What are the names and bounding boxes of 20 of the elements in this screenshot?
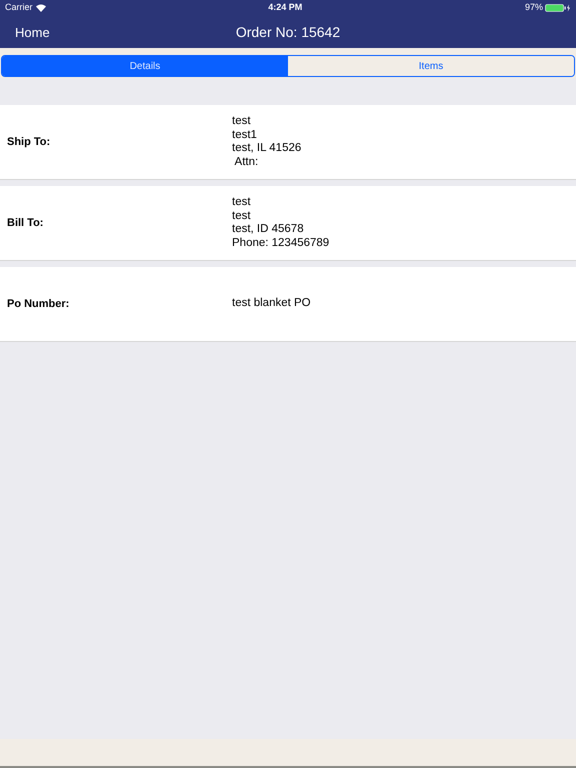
- field-value: test: [232, 196, 252, 210]
- segment-tab[interactable]: Details: [2, 56, 288, 76]
- field-value: test: [232, 115, 252, 128]
- wifi-icon: [36, 4, 46, 12]
- field-value: Attn:: [234, 156, 260, 169]
- battery-charging-icon: [544, 4, 571, 12]
- field-value: test, ID 45678: [232, 223, 305, 236]
- home-button[interactable]: Home: [15, 23, 50, 42]
- field-value: test, IL 41526: [232, 142, 302, 156]
- field-label: Bill To:: [6, 216, 44, 231]
- carrier-label: Carrier: [5, 1, 33, 14]
- order-title: Order No: 15642: [236, 22, 340, 42]
- field-value: Phone: 123456789: [232, 236, 330, 250]
- field-value: test1: [232, 128, 258, 142]
- battery-percent: 97%: [524, 1, 543, 14]
- field-label: Ship To:: [6, 134, 52, 150]
- field-label: Po Number:: [6, 296, 70, 312]
- field-value: test blanket PO: [232, 297, 311, 311]
- clock-label: 4:24 PM: [268, 1, 302, 14]
- field-value: test: [232, 210, 252, 223]
